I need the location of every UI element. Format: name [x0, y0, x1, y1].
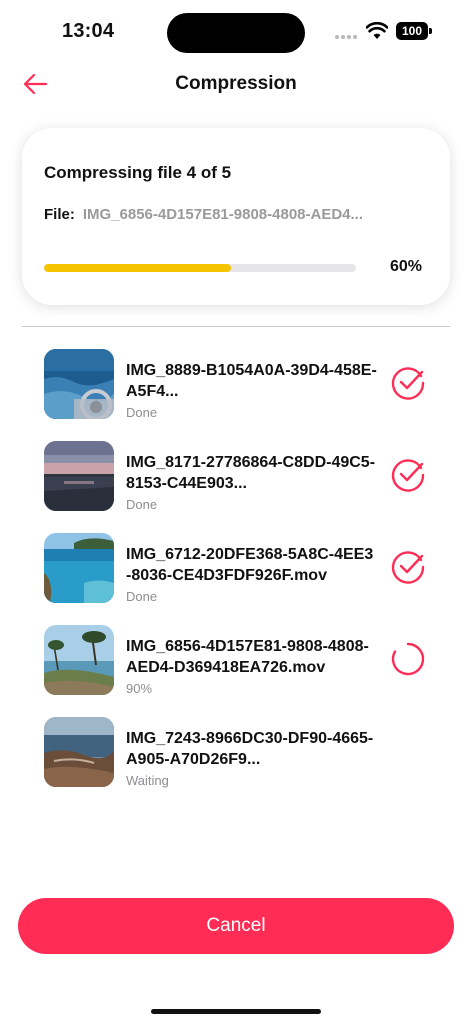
- video-thumbnail: [44, 349, 114, 419]
- file-list: IMG_8889-B1054A0A-39D4-458E-A5F4... Done…: [0, 344, 472, 804]
- file-name: IMG_6856-4D157E81-9808-4808-AED4-D369418…: [126, 638, 369, 676]
- video-thumbnail: [44, 717, 114, 787]
- current-file-name: IMG_6856-4D157E81-9808-4808-AED4...: [82, 206, 364, 223]
- file-list-item[interactable]: IMG_6856-4D157E81-9808-4808-AED4-D369418…: [0, 620, 472, 712]
- video-thumbnail: [44, 625, 114, 695]
- battery-level: 100: [401, 24, 423, 38]
- dynamic-island: [167, 13, 305, 53]
- status-time: 13:04: [62, 20, 115, 42]
- progress-card: Compressing file 4 of 5 File: IMG_6856-4D…: [22, 128, 450, 305]
- divider: [22, 326, 450, 327]
- file-name: IMG_6712-20DFE368-5A8C-4EE3-8036-CE4D3FD…: [126, 546, 374, 584]
- progress-heading: Compressing file 4 of 5: [44, 163, 232, 182]
- spinner-icon: [391, 642, 425, 676]
- page-title: Compression: [175, 73, 297, 94]
- progress-bar: [44, 264, 356, 272]
- video-thumbnail: [44, 533, 114, 603]
- cancel-button[interactable]: Cancel: [18, 898, 454, 954]
- file-label: File:: [44, 206, 75, 223]
- file-status: Done: [126, 497, 158, 512]
- file-list-item[interactable]: IMG_7243-8966DC30-DF90-4665-A905-A70D26F…: [0, 712, 472, 804]
- file-name: IMG_8171-27786864-C8DD-49C5-8153-C44E903…: [126, 454, 376, 492]
- file-name: IMG_7243-8966DC30-DF90-4665-A905-A70D26F…: [126, 730, 374, 768]
- navigation-bar: Compression: [0, 64, 472, 104]
- home-indicator: [151, 1009, 321, 1014]
- check-circle-icon: [391, 551, 425, 584]
- progress-bar-fill: [44, 264, 232, 272]
- file-status: Done: [126, 405, 158, 420]
- current-file-row: File: IMG_6856-4D157E81-9808-4808-AED4...: [44, 206, 428, 223]
- battery-indicator: 100: [396, 22, 432, 40]
- video-thumbnail: [44, 441, 114, 511]
- cellular-signal-icon: [335, 35, 357, 39]
- progress-percent: 60%: [389, 258, 422, 275]
- check-circle-icon: [391, 367, 425, 400]
- file-status: Done: [126, 589, 158, 604]
- status-bar: 13:04 100: [0, 0, 472, 64]
- file-status: Waiting: [126, 773, 169, 788]
- wifi-icon: [366, 22, 388, 39]
- file-list-item[interactable]: IMG_8171-27786864-C8DD-49C5-8153-C44E903…: [0, 436, 472, 528]
- file-status: 90%: [126, 681, 153, 696]
- file-list-item[interactable]: IMG_8889-B1054A0A-39D4-458E-A5F4... Done: [0, 344, 472, 436]
- file-name: IMG_8889-B1054A0A-39D4-458E-A5F4...: [126, 362, 377, 400]
- file-list-item[interactable]: IMG_6712-20DFE368-5A8C-4EE3-8036-CE4D3FD…: [0, 528, 472, 620]
- check-circle-icon: [391, 459, 425, 492]
